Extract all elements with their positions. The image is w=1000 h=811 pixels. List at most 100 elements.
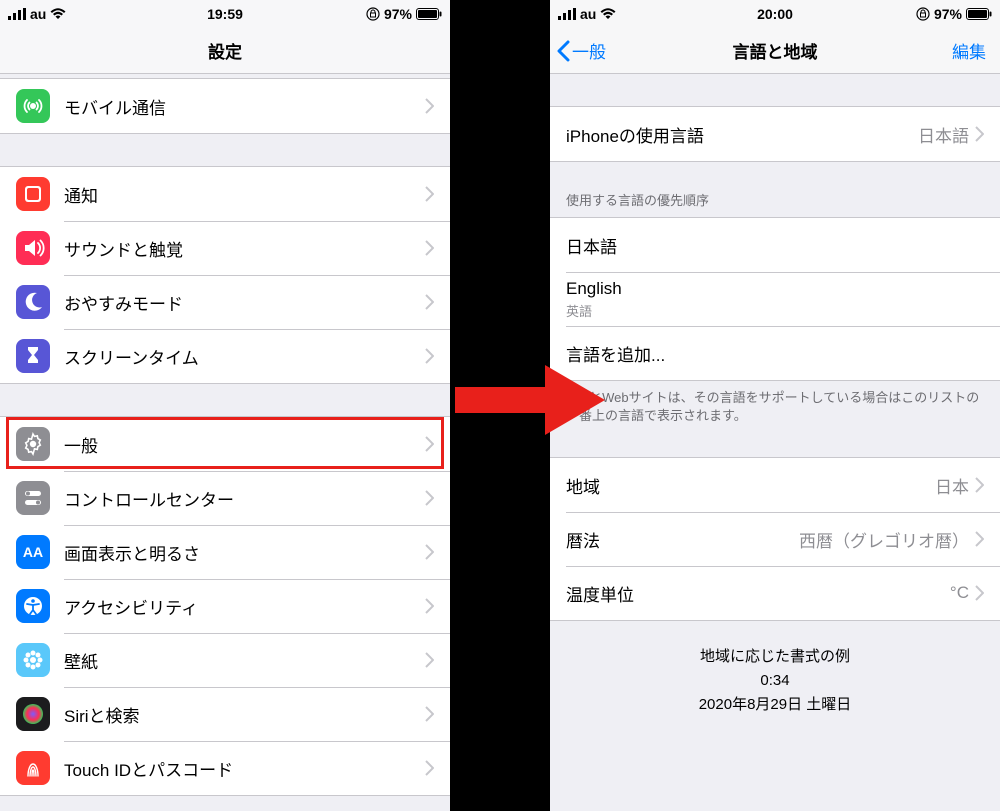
cell-label: 日本語 <box>566 233 984 258</box>
example-time: 0:34 <box>566 669 984 693</box>
back-button[interactable]: 一般 <box>556 28 606 73</box>
wifi-icon <box>50 8 66 20</box>
carrier-text: au <box>580 6 596 22</box>
region-settings-list: 地域日本暦法西暦（グレゴリオ暦）温度単位°C <box>550 457 1000 621</box>
cell-label: 画面表示と明るさ <box>64 540 425 565</box>
cell-label: おやすみモード <box>64 290 425 315</box>
page-title: 言語と地域 <box>733 38 818 63</box>
cell-label: 一般 <box>64 432 425 457</box>
orientation-lock-icon <box>916 7 930 21</box>
row-antenna[interactable]: モバイル通信 <box>0 79 450 133</box>
chevron-right-icon <box>425 706 434 722</box>
bell-icon <box>16 177 50 211</box>
row-region-setting[interactable]: 暦法西暦（グレゴリオ暦） <box>550 512 1000 566</box>
row-iphone-language[interactable]: iPhoneの使用言語 日本語 <box>550 107 1000 161</box>
chevron-right-icon <box>425 98 434 114</box>
cell-label: スクリーンタイム <box>64 344 425 369</box>
row-language[interactable]: 日本語 <box>550 218 1000 272</box>
nav-bar: 設定 <box>0 28 450 74</box>
status-bar: au 20:00 97% <box>550 0 1000 28</box>
chevron-right-icon <box>425 490 434 506</box>
cell-sublabel: 英語 <box>566 301 984 320</box>
example-title: 地域に応じた書式の例 <box>566 645 984 669</box>
section-header-preferred: 使用する言語の優先順序 <box>550 162 1000 217</box>
example-date: 2020年8月29日 土曜日 <box>566 693 984 717</box>
row-siri[interactable]: Siriと検索 <box>0 687 450 741</box>
cell-label: 言語を追加... <box>566 341 984 366</box>
row-sound[interactable]: サウンドと触覚 <box>0 221 450 275</box>
edit-button[interactable]: 編集 <box>952 28 986 73</box>
hour-icon <box>16 339 50 373</box>
row-add-language[interactable]: 言語を追加... <box>550 326 1000 380</box>
finger-icon <box>16 751 50 785</box>
cell-label: Siriと検索 <box>64 702 425 727</box>
row-hour[interactable]: スクリーンタイム <box>0 329 450 383</box>
chevron-right-icon <box>425 544 434 560</box>
cell-label: アクセシビリティ <box>64 594 425 619</box>
row-aa[interactable]: AA 画面表示と明るさ <box>0 525 450 579</box>
sound-icon <box>16 231 50 265</box>
chevron-right-icon <box>425 240 434 256</box>
flower-icon <box>16 643 50 677</box>
back-label: 一般 <box>572 38 606 63</box>
cell-value: 西暦（グレゴリオ暦） <box>799 527 969 552</box>
cell-label: 地域 <box>566 473 935 498</box>
cell-label: English <box>566 279 984 299</box>
chevron-right-icon <box>975 477 984 493</box>
row-language[interactable]: English 英語 <box>550 272 1000 326</box>
chevron-right-icon <box>425 436 434 452</box>
settings-list[interactable]: モバイル通信通知サウンドと触覚おやすみモードスクリーンタイム一般コントロールセン… <box>0 74 450 796</box>
access-icon <box>16 589 50 623</box>
chevron-right-icon <box>975 126 984 142</box>
row-toggles[interactable]: コントロールセンター <box>0 471 450 525</box>
row-moon[interactable]: おやすみモード <box>0 275 450 329</box>
cell-label: 温度単位 <box>566 581 950 606</box>
chevron-right-icon <box>425 186 434 202</box>
cell-label: サウンドと触覚 <box>64 236 425 261</box>
cell-value: 日本語 <box>918 122 969 147</box>
row-region-setting[interactable]: 温度単位°C <box>550 566 1000 620</box>
signal-icon <box>558 8 576 20</box>
clock-text: 20:00 <box>703 6 848 22</box>
antenna-icon <box>16 89 50 123</box>
row-bell[interactable]: 通知 <box>0 167 450 221</box>
cell-value: 日本 <box>935 473 969 498</box>
cell-label: 壁紙 <box>64 648 425 673</box>
phone-language-region: au 20:00 97% 一般 言語と地域 編集 iPhoneの使用言語 日本語… <box>550 0 1000 811</box>
cell-label: モバイル通信 <box>64 94 425 119</box>
row-gear[interactable]: 一般 <box>0 417 450 471</box>
chevron-right-icon <box>425 294 434 310</box>
cell-label: iPhoneの使用言語 <box>566 122 918 147</box>
cell-label: Touch IDとパスコード <box>64 756 425 781</box>
moon-icon <box>16 285 50 319</box>
preferred-languages-list: 日本語 English 英語言語を追加... <box>550 217 1000 381</box>
svg-text:AA: AA <box>23 544 43 560</box>
aa-icon: AA <box>16 535 50 569</box>
region-format-example: 地域に応じた書式の例 0:34 2020年8月29日 土曜日 <box>550 621 1000 717</box>
row-access[interactable]: アクセシビリティ <box>0 579 450 633</box>
cell-value: °C <box>950 583 969 603</box>
battery-icon <box>416 8 442 20</box>
chevron-right-icon <box>425 652 434 668</box>
carrier-text: au <box>30 6 46 22</box>
status-bar: au 19:59 97% <box>0 0 450 28</box>
battery-percent: 97% <box>384 6 412 22</box>
battery-percent: 97% <box>934 6 962 22</box>
battery-icon <box>966 8 992 20</box>
toggles-icon <box>16 481 50 515</box>
cell-label: コントロールセンター <box>64 486 425 511</box>
cell-label: 暦法 <box>566 527 799 552</box>
chevron-right-icon <box>975 585 984 601</box>
orientation-lock-icon <box>366 7 380 21</box>
row-region-setting[interactable]: 地域日本 <box>550 458 1000 512</box>
chevron-right-icon <box>425 598 434 614</box>
clock-text: 19:59 <box>153 6 298 22</box>
chevron-left-icon <box>556 40 570 62</box>
page-title: 設定 <box>208 38 242 63</box>
row-finger[interactable]: Touch IDとパスコード <box>0 741 450 795</box>
phone-settings: au 19:59 97% 設定 モバイル通信通知サウンドと触覚おやすみモードスク… <box>0 0 450 811</box>
siri-icon <box>16 697 50 731</box>
row-flower[interactable]: 壁紙 <box>0 633 450 687</box>
nav-bar: 一般 言語と地域 編集 <box>550 28 1000 74</box>
chevron-right-icon <box>425 348 434 364</box>
